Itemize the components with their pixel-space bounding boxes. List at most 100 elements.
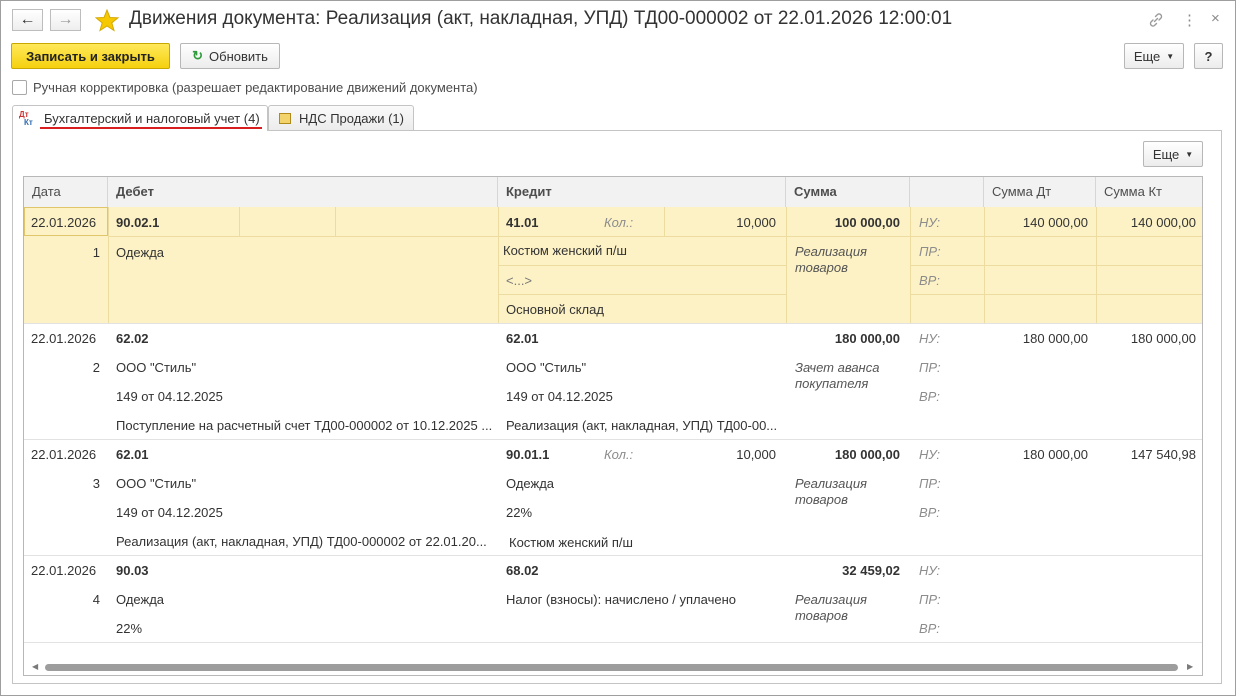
debit-subconto: Реализация (акт, накладная, УПД) ТД00-00… [116, 534, 487, 549]
table-more-button[interactable]: Еще ▼ [1143, 141, 1203, 167]
horizontal-scrollbar[interactable] [45, 664, 1178, 671]
refresh-label: Обновить [209, 48, 268, 64]
col-sum-dt[interactable]: Сумма Дт [984, 177, 1096, 207]
row-number: 1 [92, 245, 100, 260]
credit-subconto: 149 от 04.12.2025 [506, 389, 613, 404]
debit-subconto: Поступление на расчетный счет ТД00-00000… [116, 418, 493, 433]
refresh-icon: ↻ [192, 48, 204, 63]
star-icon[interactable] [95, 9, 119, 32]
link-icon[interactable] [1148, 12, 1164, 28]
scroll-left-icon[interactable]: ◀ [32, 662, 38, 671]
cell-divider [335, 207, 336, 236]
table-header: Дата Дебет Кредит Сумма Сумма Дт Сумма К… [24, 177, 1202, 208]
pr-label: ПР: [919, 592, 941, 607]
credit-subconto: ООО "Стиль" [506, 360, 587, 375]
pr-label: ПР: [919, 360, 941, 375]
cell-divider [664, 207, 665, 236]
more-label: Еще [1133, 48, 1161, 64]
nu-label: НУ: [919, 331, 941, 346]
row-separator [24, 642, 1202, 643]
credit-subconto: Одежда [506, 476, 555, 491]
amount: 100 000,00 [834, 215, 900, 230]
row-number: 3 [92, 476, 100, 491]
nu-label: НУ: [919, 447, 941, 462]
tab-vat-sales[interactable]: НДС Продажи (1) [268, 105, 414, 130]
row-number: 4 [92, 592, 100, 607]
cell-divider [239, 207, 240, 236]
col-accounting-type[interactable] [910, 177, 984, 207]
credit-subconto: Реализация (акт, накладная, УПД) ТД00-00… [506, 418, 778, 433]
manual-edit-label: Ручная корректировка (разрешает редактир… [33, 80, 478, 95]
document-movements-window: ← → Движения документа: Реализация (акт,… [0, 0, 1236, 696]
row-date: 22.01.2026 [31, 447, 97, 462]
back-button[interactable]: ← [12, 9, 43, 31]
cell-divider [498, 265, 786, 266]
amount: 180 000,00 [834, 447, 900, 462]
pr-label: ПР: [919, 476, 941, 491]
sum-dt: 180 000,00 [1022, 447, 1088, 462]
more-button[interactable]: Еще ▼ [1124, 43, 1184, 69]
row-separator [24, 323, 1202, 324]
vr-label: ВР: [919, 273, 940, 288]
credit-subconto: 22% [506, 505, 533, 520]
operation-content: Реализация товаров [795, 476, 867, 507]
refresh-button[interactable]: ↻ Обновить [180, 43, 280, 69]
debit-subconto: Одежда [116, 592, 165, 607]
vr-label: ВР: [919, 389, 940, 404]
scroll-right-icon[interactable]: ▶ [1187, 662, 1193, 671]
more-vertical-icon[interactable]: ⋮ [1182, 11, 1197, 29]
chevron-down-icon: ▼ [1166, 51, 1175, 61]
cell-divider [786, 207, 787, 323]
operation-content: Реализация товаров [795, 592, 867, 623]
credit-qty: 10,000 [736, 215, 776, 230]
forward-button[interactable]: → [50, 9, 81, 31]
debit-account: 90.02.1 [116, 215, 160, 230]
row-number: 2 [92, 360, 100, 375]
debit-account: 62.02 [116, 331, 149, 346]
cell-divider [498, 294, 786, 295]
nu-label: НУ: [919, 215, 941, 230]
close-icon[interactable]: × [1211, 10, 1220, 27]
table-more-label: Еще [1152, 146, 1180, 162]
debit-subconto: Одежда [116, 245, 165, 260]
credit-account: 90.01.1 [506, 447, 550, 462]
debit-subconto: 22% [116, 621, 143, 636]
credit-subconto: Налог (взносы): начислено / уплачено [506, 592, 736, 607]
row-date: 22.01.2026 [31, 215, 97, 230]
sum-kt: 180 000,00 [1130, 331, 1196, 346]
movements-table[interactable]: Дата Дебет Кредит Сумма Сумма Дт Сумма К… [23, 176, 1203, 676]
operation-content: Зачет аванса покупателя [795, 360, 880, 391]
col-debit[interactable]: Дебет [108, 177, 498, 207]
pr-label: ПР: [919, 244, 941, 259]
col-amount[interactable]: Сумма [786, 177, 910, 207]
amount: 32 459,02 [842, 563, 900, 578]
credit-qty-label: Кол.: [604, 447, 634, 462]
sum-dt: 180 000,00 [1022, 331, 1088, 346]
arrow-right-icon: → [57, 11, 74, 28]
register-icon [279, 112, 291, 124]
credit-account: 41.01 [506, 215, 539, 230]
arrow-left-icon: ← [19, 11, 36, 28]
credit-account: 68.02 [506, 563, 539, 578]
col-sum-kt[interactable]: Сумма Кт [1096, 177, 1202, 207]
help-button[interactable]: ? [1194, 43, 1223, 69]
window-title: Движения документа: Реализация (акт, нак… [129, 8, 953, 29]
debit-subconto: ООО "Стиль" [116, 476, 197, 491]
col-credit[interactable]: Кредит [498, 177, 786, 207]
save-and-close-button[interactable]: Записать и закрыть [11, 43, 170, 69]
col-date[interactable]: Дата [24, 177, 108, 207]
credit-subconto: Костюм женский п/ш [509, 535, 633, 550]
credit-qty-label: Кол.: [604, 215, 634, 230]
operation-content: Реализация товаров [795, 244, 867, 275]
debit-subconto: 149 от 04.12.2025 [116, 389, 223, 404]
row-date: 22.01.2026 [31, 331, 97, 346]
vr-label: ВР: [919, 505, 940, 520]
debit-account: 90.03 [116, 563, 149, 578]
cell-divider [108, 236, 1202, 237]
manual-edit-checkbox[interactable] [12, 80, 27, 95]
row-date: 22.01.2026 [31, 563, 97, 578]
chevron-down-icon: ▼ [1185, 149, 1194, 159]
cell-divider [910, 294, 1202, 295]
nu-label: НУ: [919, 563, 941, 578]
debit-subconto: ООО "Стиль" [116, 360, 197, 375]
